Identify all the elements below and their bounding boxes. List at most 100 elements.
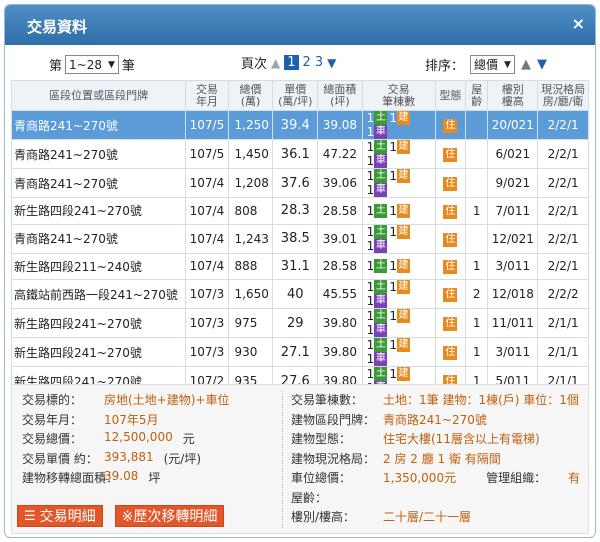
residential-badge: 住: [443, 232, 458, 247]
age-cell: [465, 110, 489, 140]
sort-value: 總價: [474, 58, 499, 72]
land-count: 1: [366, 169, 375, 183]
table-row[interactable]: 青商路241~270號 107/4 1,243 38.5 39.01 1 土 1 建 1 車住 12/…: [10, 223, 589, 254]
pager-label: 頁次: [241, 57, 268, 72]
land-count-chip: 1土: [367, 309, 390, 323]
column-header: 區段位置或區段門牌: [10, 80, 187, 111]
park-count-chip: 1車: [366, 238, 390, 253]
area-cell: 39.08: [317, 110, 363, 140]
unit-price-cell: 39.4: [272, 110, 319, 140]
chevron-down-icon: ▼: [504, 59, 511, 70]
sort-descending-icon[interactable]: ▼: [537, 57, 547, 72]
address-cell: 青商路241~270號: [10, 139, 187, 169]
trade-count-cell: 1土1建: [361, 252, 436, 280]
table-row[interactable]: 高鐵站前西路一段241~270號 107/3 1,650 40 45.55 1 土 1 建 1 車住…: [10, 279, 589, 309]
type-cell: 住: [434, 337, 467, 367]
table-row[interactable]: 青商路241~270號 107/4 1,208 37.6 39.06 1 土 1 建 1 車住 9/0…: [10, 168, 589, 198]
land-count: 1: [366, 280, 375, 294]
park-icon: 車: [374, 125, 388, 139]
transaction-detail-button[interactable]: ☰ 交易明細: [17, 505, 103, 527]
table-row[interactable]: 青商路241~270號 107/5 1,450 36.1 47.22 1 土 1 建 1 車住 6/0…: [10, 139, 589, 169]
age-cell: 1: [465, 197, 489, 225]
detail-value: 有: [568, 471, 581, 485]
park-count: 1: [366, 238, 375, 253]
park-count-chip: 1車: [367, 125, 390, 139]
toolbar: 第 1~28 ▼ 筆 頁次 ▲ 1 2 3 ▼ 排序： 總價 ▼ ▲ ▼: [5, 51, 595, 77]
page-link-3[interactable]: 3: [315, 55, 323, 70]
bldg-count-chip: 1建: [389, 259, 412, 274]
table-row[interactable]: 新生路四段241~270號 107/3 975 29 39.80 1 土 1 建 1 車住 1 11/0…: [10, 308, 589, 338]
area-cell: 39.80: [317, 337, 363, 367]
table-row[interactable]: 青商路241~270號 107/5 1,250 39.4 39.08 1 土 1 建 1 車住 20/…: [10, 110, 589, 140]
land-icon: 土: [374, 338, 388, 352]
detail-unit: 元: [182, 432, 195, 446]
total-price-cell: 930: [227, 337, 274, 367]
record-range-prefix: 第: [49, 59, 63, 74]
table-row[interactable]: 新生路四段241~270號 107/3 930 27.1 39.80 1 土 1 建 1 車住 1 3/…: [10, 337, 589, 367]
address-cell: 青商路241~270號: [10, 223, 187, 254]
layout-cell: 2/2/1: [537, 110, 589, 140]
unit-price-cell: 36.1: [272, 139, 319, 169]
land-icon: 土: [374, 367, 388, 381]
unit-price-cell: 31.1: [272, 252, 319, 280]
layout-cell: 2/2/1: [537, 223, 589, 254]
record-range-select[interactable]: 1~28 ▼: [65, 55, 119, 74]
detail-unit: (元/坪): [163, 451, 202, 466]
detail-label: 管理組織：: [486, 471, 547, 485]
next-page-icon[interactable]: ▼: [327, 56, 336, 70]
list-icon: ☰: [24, 508, 36, 524]
detail-label: 交易單價 約：: [22, 451, 98, 466]
type-cell: 住: [434, 139, 467, 169]
bldg-icon: 建: [396, 280, 410, 294]
table-row[interactable]: 新生路四段211~240號 107/4 888 31.1 28.58 1 土 1 建住 1 3/01…: [10, 252, 589, 280]
column-header: 總價 (萬): [227, 80, 274, 111]
age-cell: 2: [465, 279, 489, 309]
residential-badge: 住: [443, 288, 458, 302]
residential-badge: 住: [443, 148, 458, 162]
trade-month-cell: 107/4: [185, 252, 229, 280]
area-cell: 39.06: [317, 168, 363, 198]
column-header: 型態: [434, 80, 467, 111]
address-cell: 青商路241~270號: [10, 168, 187, 198]
action-buttons: ☰ 交易明細 ※歷次移轉明細: [17, 505, 225, 527]
type-cell: 住: [434, 308, 467, 338]
detail-label: 交易年月：: [22, 412, 83, 427]
land-count: 1: [366, 111, 375, 125]
detail-row: 交易總價： 12,500,000 元: [22, 430, 280, 450]
bldg-count-chip: 1建: [389, 140, 412, 154]
detail-row: 車位總價： 1,350,000元 管理組織： 有: [291, 469, 582, 489]
column-header: 交易 筆棟數: [361, 80, 436, 111]
total-price-cell: 1,250: [227, 110, 274, 140]
address-cell: 新生路四段211~240號: [10, 252, 187, 280]
park-count: 1: [366, 183, 375, 197]
residential-badge: 住: [443, 119, 458, 133]
prev-page-icon[interactable]: ▲: [271, 56, 280, 70]
park-count-chip: 1車: [367, 294, 390, 308]
trade-month-cell: 107/3: [185, 279, 229, 309]
detail-value: 107年5月: [104, 412, 159, 427]
table-row[interactable]: 新生路四段241~270號 107/4 808 28.3 28.58 1 土 1 建住 1 7/01…: [10, 197, 589, 225]
residential-badge: 住: [443, 177, 458, 191]
column-header: 單價 (萬/坪): [272, 80, 319, 111]
record-range: 第 1~28 ▼ 筆: [49, 55, 135, 74]
land-count: 1: [366, 309, 375, 323]
sort-ascending-icon[interactable]: ▲: [521, 57, 531, 72]
address-cell: 新生路四段241~270號: [10, 197, 187, 225]
detail-row: 建物型態： 住宅大樓(11層含以上有電梯): [291, 430, 582, 450]
area-cell: 45.55: [317, 279, 363, 309]
detail-value: 2 房 2 廳 1 衛 有隔間: [383, 451, 501, 466]
park-count-chip: 1車: [367, 352, 390, 366]
close-icon[interactable]: ×: [572, 14, 585, 33]
land-icon: 土: [374, 140, 388, 154]
bldg-icon: 建: [396, 140, 410, 154]
age-cell: 1: [465, 337, 489, 367]
detail-value: 青商路241~270號: [383, 412, 487, 427]
detail-value: 393,881: [104, 449, 154, 464]
area-cell: 39.80: [317, 308, 363, 338]
trade-month-cell: 107/5: [185, 110, 229, 140]
transfer-history-button[interactable]: ※歷次移轉明細: [114, 505, 225, 527]
residential-badge: 住: [443, 204, 458, 219]
page-link-1[interactable]: 1: [284, 55, 299, 70]
page-link-2[interactable]: 2: [303, 55, 311, 70]
sort-select[interactable]: 總價 ▼: [470, 55, 515, 74]
